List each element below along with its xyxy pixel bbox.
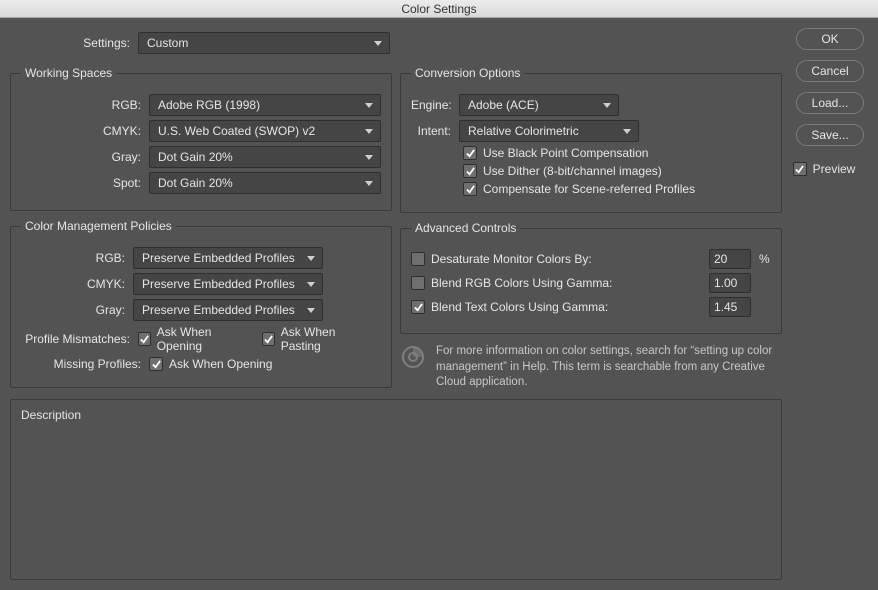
info-block: For more information on color settings, … xyxy=(400,344,782,391)
description-group: Description xyxy=(10,399,782,580)
window-titlebar: Color Settings xyxy=(0,0,878,18)
chevron-down-icon xyxy=(373,38,383,48)
checkbox-icon xyxy=(262,332,275,346)
color-settings-icon xyxy=(400,344,426,370)
mismatch-ask-paste-checkbox[interactable]: Ask When Pasting xyxy=(262,325,369,353)
ok-button[interactable]: OK xyxy=(796,28,864,50)
ws-rgb-select[interactable]: Adobe RGB (1998) xyxy=(149,94,381,116)
bpc-checkbox[interactable]: Use Black Point Compensation xyxy=(463,146,648,160)
settings-select[interactable]: Custom xyxy=(138,32,390,54)
advanced-legend: Advanced Controls xyxy=(411,221,520,235)
checkbox-icon xyxy=(793,162,807,176)
pol-rgb-label: RGB: xyxy=(21,251,133,265)
working-spaces-legend: Working Spaces xyxy=(21,66,116,80)
scene-checkbox[interactable]: Compensate for Scene-referred Profiles xyxy=(463,182,695,196)
checkbox-icon xyxy=(463,182,477,196)
checkbox-icon xyxy=(138,332,151,346)
checkbox-icon xyxy=(411,276,425,290)
ws-cmyk-select[interactable]: U.S. Web Coated (SWOP) v2 xyxy=(149,120,381,142)
blend-rgb-checkbox[interactable]: Blend RGB Colors Using Gamma: xyxy=(411,276,612,290)
chevron-down-icon xyxy=(364,152,374,162)
mismatch-ask-open-checkbox[interactable]: Ask When Opening xyxy=(138,325,250,353)
ws-spot-select[interactable]: Dot Gain 20% xyxy=(149,172,381,194)
pol-cmyk-select[interactable]: Preserve Embedded Profiles xyxy=(133,273,323,295)
blend-text-checkbox[interactable]: Blend Text Colors Using Gamma: xyxy=(411,300,608,314)
settings-label: Settings: xyxy=(10,36,138,50)
info-text: For more information on color settings, … xyxy=(436,344,782,391)
ws-gray-select[interactable]: Dot Gain 20% xyxy=(149,146,381,168)
checkbox-icon xyxy=(411,252,425,266)
desaturate-unit: % xyxy=(759,252,771,266)
engine-label: Engine: xyxy=(411,98,459,112)
checkbox-icon xyxy=(411,300,425,314)
ws-rgb-label: RGB: xyxy=(21,98,149,112)
advanced-group: Advanced Controls Desaturate Monitor Col… xyxy=(400,221,782,334)
missing-profiles-label: Missing Profiles: xyxy=(21,357,149,371)
engine-select[interactable]: Adobe (ACE) xyxy=(459,94,619,116)
conversion-legend: Conversion Options xyxy=(411,66,524,80)
ws-spot-label: Spot: xyxy=(21,176,149,190)
chevron-down-icon xyxy=(306,279,316,289)
desaturate-field[interactable]: 20 xyxy=(709,249,751,269)
checkbox-icon xyxy=(149,357,163,371)
chevron-down-icon xyxy=(364,178,374,188)
chevron-down-icon xyxy=(364,126,374,136)
profile-mismatches-label: Profile Mismatches: xyxy=(21,332,138,346)
conversion-group: Conversion Options Engine: Adobe (ACE) I… xyxy=(400,66,782,213)
pol-cmyk-label: CMYK: xyxy=(21,277,133,291)
preview-checkbox[interactable]: Preview xyxy=(793,162,856,176)
dither-checkbox[interactable]: Use Dither (8-bit/channel images) xyxy=(463,164,662,178)
cancel-button[interactable]: Cancel xyxy=(796,60,864,82)
ws-cmyk-label: CMYK: xyxy=(21,124,149,138)
chevron-down-icon xyxy=(364,100,374,110)
policies-legend: Color Management Policies xyxy=(21,219,176,233)
pol-rgb-select[interactable]: Preserve Embedded Profiles xyxy=(133,247,323,269)
chevron-down-icon xyxy=(306,305,316,315)
policies-group: Color Management Policies RGB: Preserve … xyxy=(10,219,392,388)
chevron-down-icon xyxy=(602,100,612,110)
save-button[interactable]: Save... xyxy=(796,124,864,146)
blend-text-field[interactable]: 1.45 xyxy=(709,297,751,317)
chevron-down-icon xyxy=(306,253,316,263)
ws-gray-label: Gray: xyxy=(21,150,149,164)
window-title: Color Settings xyxy=(401,2,476,16)
pol-gray-select[interactable]: Preserve Embedded Profiles xyxy=(133,299,323,321)
intent-select[interactable]: Relative Colorimetric xyxy=(459,120,639,142)
description-legend: Description xyxy=(21,408,81,422)
intent-label: Intent: xyxy=(411,124,459,138)
blend-rgb-field[interactable]: 1.00 xyxy=(709,273,751,293)
desaturate-checkbox[interactable]: Desaturate Monitor Colors By: xyxy=(411,252,592,266)
checkbox-icon xyxy=(463,164,477,178)
missing-ask-open-checkbox[interactable]: Ask When Opening xyxy=(149,357,272,371)
settings-value: Custom xyxy=(147,36,188,50)
pol-gray-label: Gray: xyxy=(21,303,133,317)
checkbox-icon xyxy=(463,146,477,160)
chevron-down-icon xyxy=(622,126,632,136)
working-spaces-group: Working Spaces RGB: Adobe RGB (1998) CMY… xyxy=(10,66,392,211)
load-button[interactable]: Load... xyxy=(796,92,864,114)
